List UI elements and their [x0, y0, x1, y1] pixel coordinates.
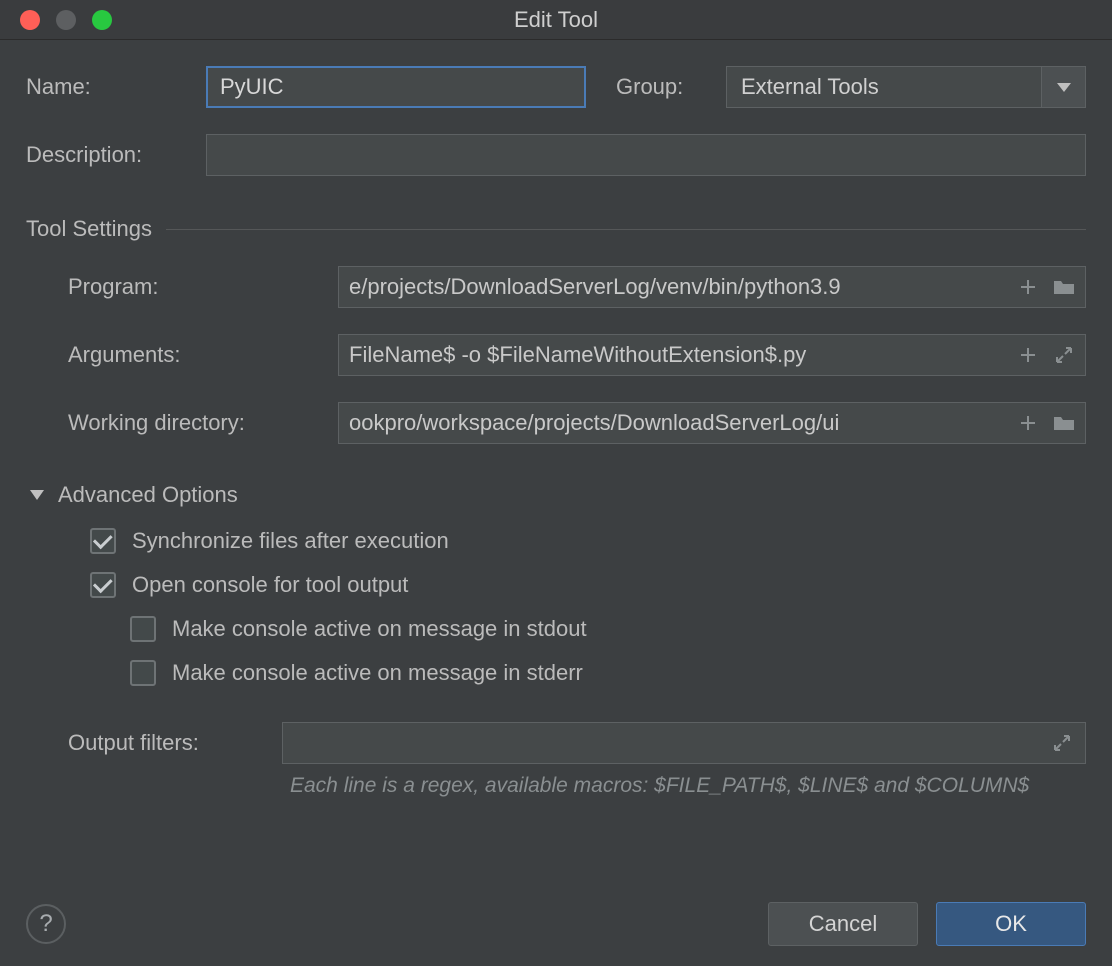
name-input[interactable] — [206, 66, 586, 108]
arguments-value: FileName$ -o $FileNameWithoutExtension$.… — [349, 342, 1007, 368]
output-filters-hint: Each line is a regex, available macros: … — [26, 774, 1086, 798]
close-window-button[interactable] — [20, 10, 40, 30]
help-button[interactable]: ? — [26, 904, 66, 944]
active-stdout-label: Make console active on message in stdout — [172, 616, 587, 642]
plus-icon — [1019, 414, 1037, 432]
window-title: Edit Tool — [0, 7, 1112, 33]
description-input[interactable] — [206, 134, 1086, 176]
plus-icon — [1019, 346, 1037, 364]
folder-icon — [1053, 414, 1075, 432]
working-dir-value: ookpro/workspace/projects/DownloadServer… — [349, 410, 1007, 436]
ok-button[interactable]: OK — [936, 902, 1086, 946]
active-stdout-checkbox[interactable] — [130, 616, 156, 642]
program-label: Program: — [68, 274, 338, 300]
folder-icon — [1053, 278, 1075, 296]
program-input[interactable]: e/projects/DownloadServerLog/venv/bin/py… — [338, 266, 1086, 308]
output-filters-label: Output filters: — [68, 730, 264, 756]
advanced-options-header: Advanced Options — [58, 482, 238, 508]
group-dropdown-button[interactable] — [1041, 67, 1085, 107]
expand-args-button[interactable] — [1049, 340, 1079, 370]
program-value: e/projects/DownloadServerLog/venv/bin/py… — [349, 274, 1007, 300]
minimize-window-button — [56, 10, 76, 30]
sync-files-label: Synchronize files after execution — [132, 528, 449, 554]
plus-icon — [1019, 278, 1037, 296]
group-select[interactable]: External Tools — [726, 66, 1086, 108]
chevron-down-icon — [1057, 83, 1071, 92]
working-dir-input[interactable]: ookpro/workspace/projects/DownloadServer… — [338, 402, 1086, 444]
expand-icon — [1054, 345, 1074, 365]
active-stderr-label: Make console active on message in stderr — [172, 660, 583, 686]
insert-macro-args-button[interactable] — [1013, 340, 1043, 370]
group-label: Group: — [616, 74, 726, 100]
divider — [166, 229, 1086, 230]
cancel-button[interactable]: Cancel — [768, 902, 918, 946]
zoom-window-button[interactable] — [92, 10, 112, 30]
titlebar: Edit Tool — [0, 0, 1112, 40]
tool-settings-header: Tool Settings — [26, 216, 152, 242]
working-dir-label: Working directory: — [68, 410, 338, 436]
browse-program-button[interactable] — [1049, 272, 1079, 302]
arguments-input[interactable]: FileName$ -o $FileNameWithoutExtension$.… — [338, 334, 1086, 376]
insert-macro-wd-button[interactable] — [1013, 408, 1043, 438]
collapse-icon[interactable] — [30, 490, 44, 500]
open-console-label: Open console for tool output — [132, 572, 408, 598]
sync-files-checkbox[interactable] — [90, 528, 116, 554]
expand-icon — [1052, 733, 1072, 753]
window-controls — [0, 10, 112, 30]
open-console-checkbox[interactable] — [90, 572, 116, 598]
expand-filters-button[interactable] — [1047, 728, 1077, 758]
arguments-label: Arguments: — [68, 342, 338, 368]
group-select-value: External Tools — [727, 67, 1041, 107]
name-label: Name: — [26, 74, 206, 100]
description-label: Description: — [26, 142, 206, 168]
output-filters-input[interactable] — [282, 722, 1086, 764]
browse-wd-button[interactable] — [1049, 408, 1079, 438]
insert-macro-button[interactable] — [1013, 272, 1043, 302]
active-stderr-checkbox[interactable] — [130, 660, 156, 686]
